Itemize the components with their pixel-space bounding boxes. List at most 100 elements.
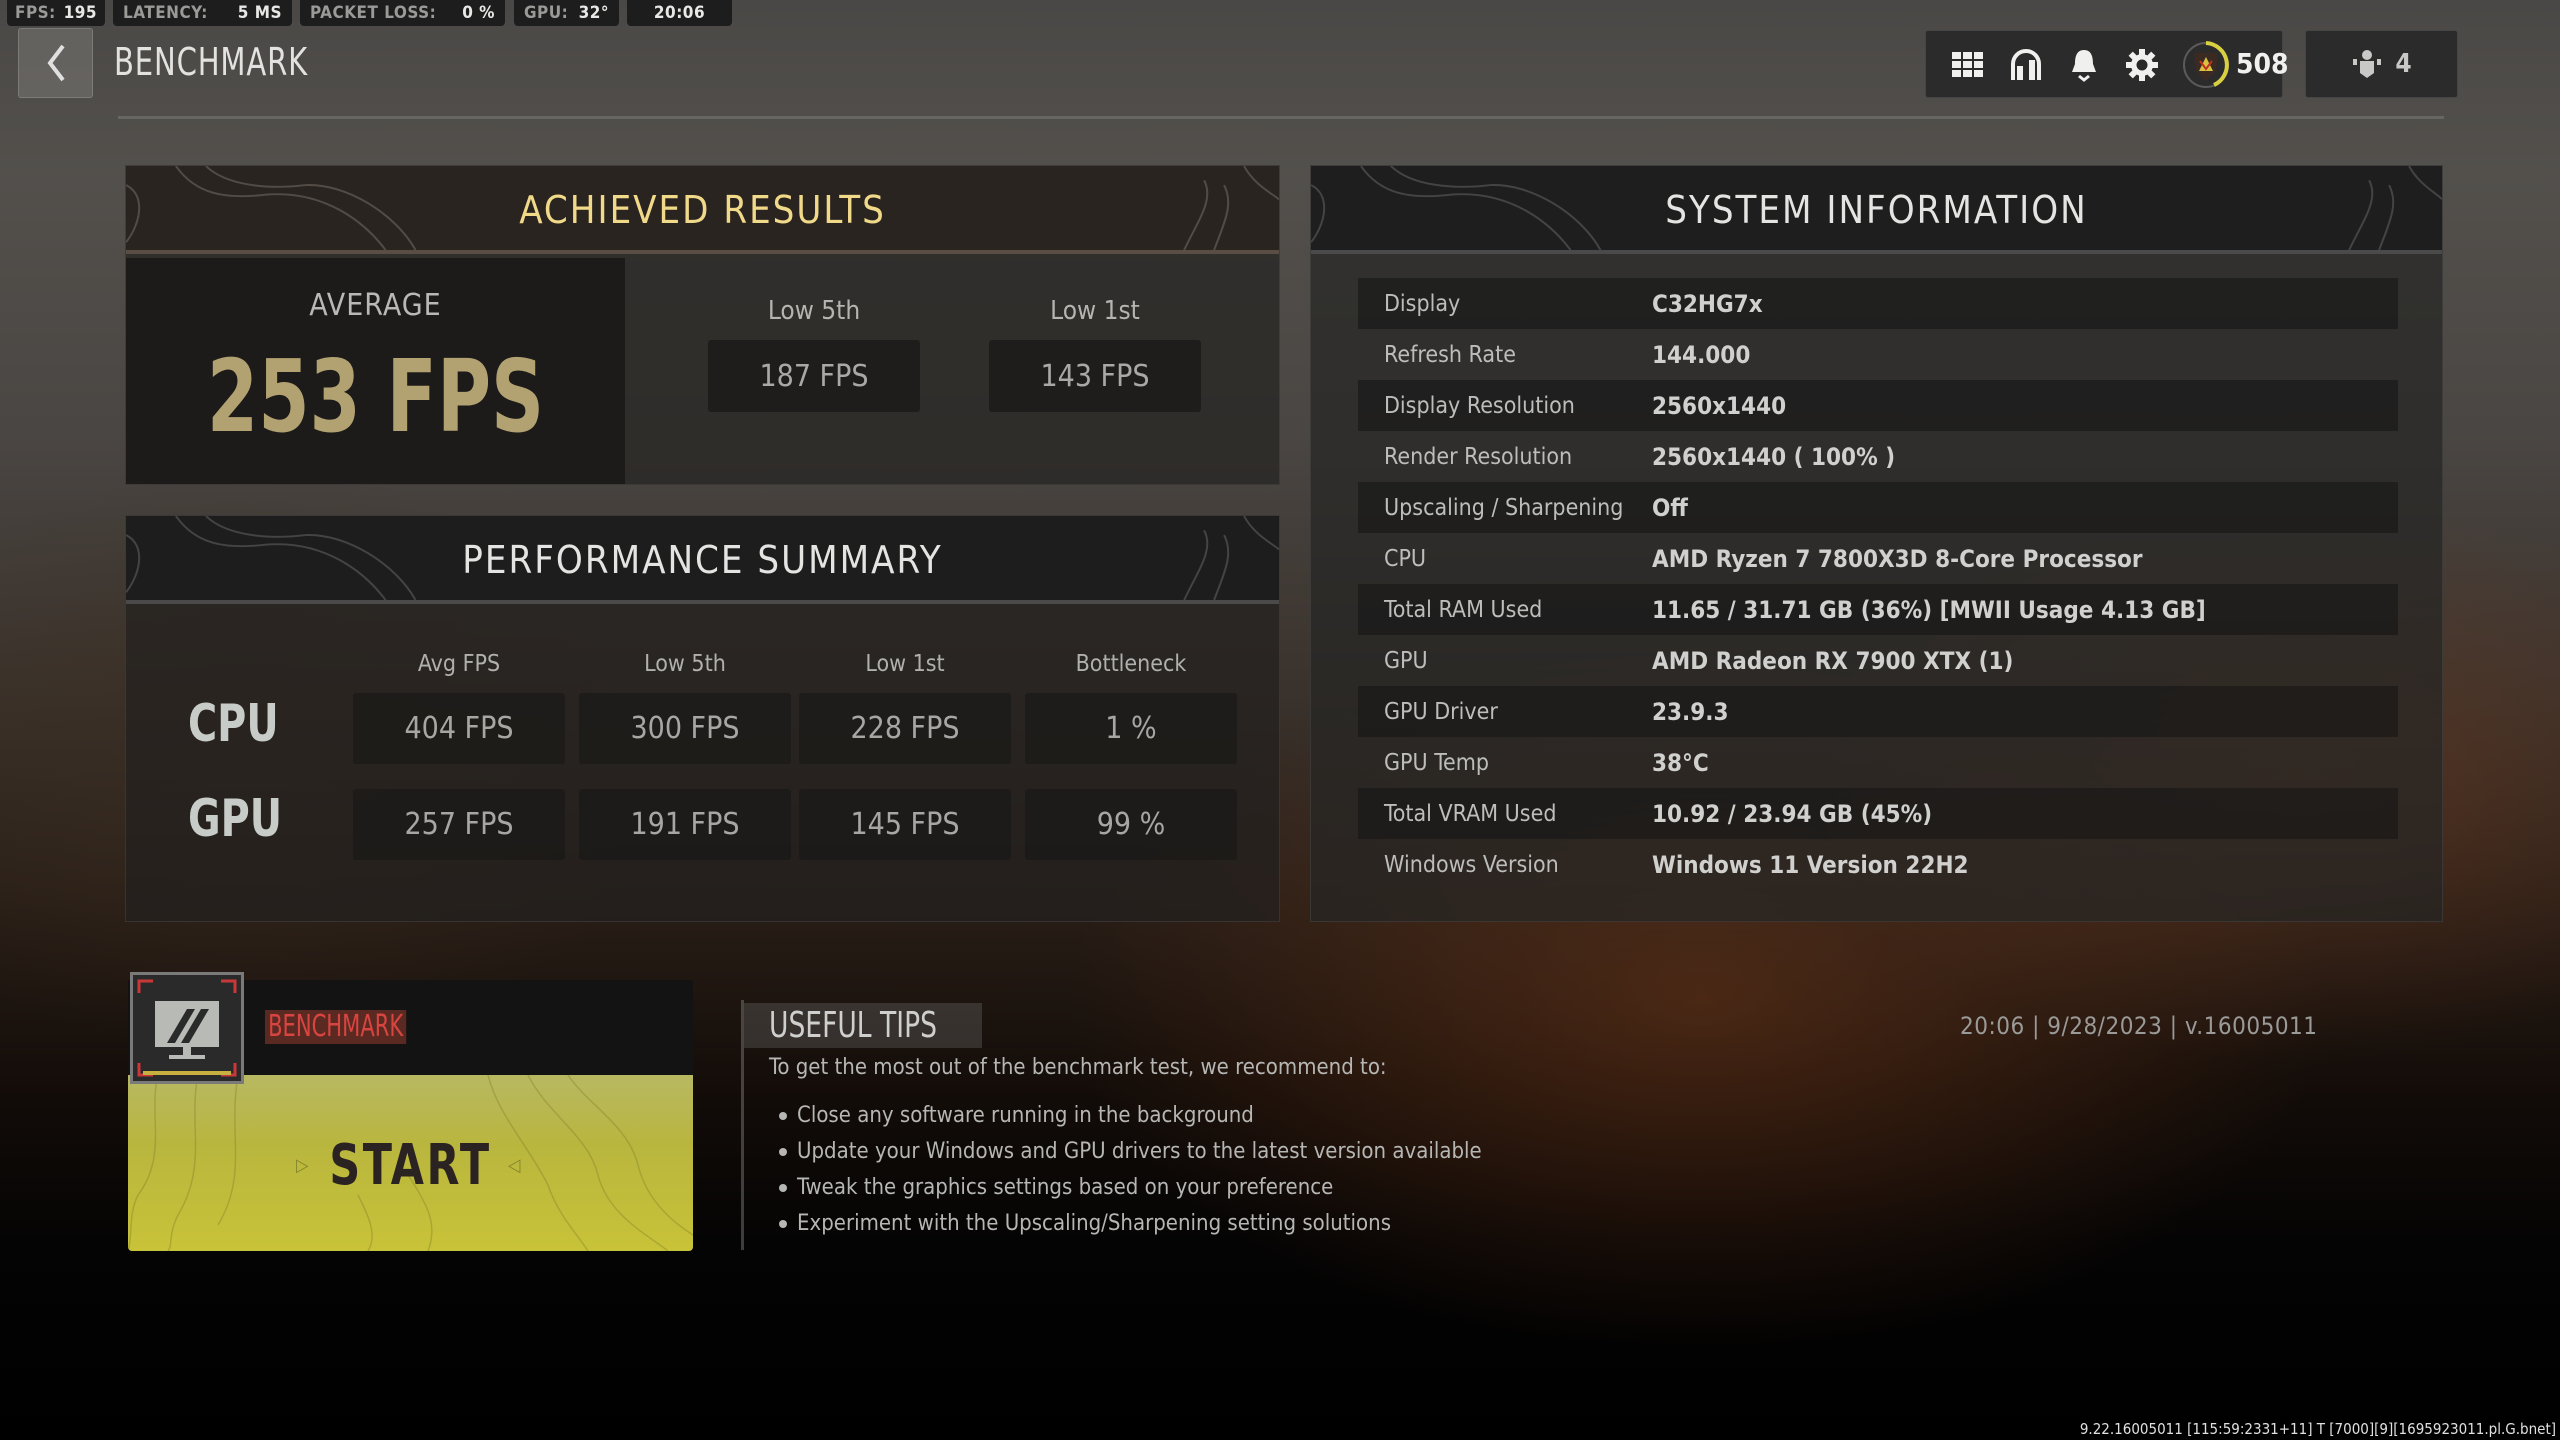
system-info-value: C32HG7x [1652,289,1763,318]
latency-label: LATENCY: [123,3,208,23]
system-info-key: GPU [1384,647,1428,674]
clock-stat: 20:06 [627,0,732,26]
system-info-value: 144.000 [1652,340,1751,369]
system-info-key: Windows Version [1384,851,1559,878]
col-header-avg-fps: Avg FPS [417,651,501,677]
gpu-temp-label: GPU: [524,3,569,23]
tips-title: USEFUL TIPS [769,1005,937,1046]
system-info-key: Total VRAM Used [1384,800,1557,827]
gpu-temp-value: 32° [578,3,609,23]
system-info-key: GPU Temp [1384,749,1489,776]
tip-text: Tweak the graphics settings based on you… [797,1175,1334,1200]
system-info-row: GPU AMD Radeon RX 7900 XTX (1) [1358,635,2398,686]
tip-item: Close any software running in the backgr… [779,1103,1254,1128]
system-information-title: SYSTEM INFORMATION [1665,188,2088,232]
average-fps-block: AVERAGE 253 FPS [126,258,625,484]
grid-menu-button[interactable] [1950,48,1986,82]
system-info-value: 38°C [1652,748,1709,777]
system-info-value: Off [1652,493,1688,522]
gpu-low5: 191 FPS [579,789,791,860]
bullet-icon [779,1219,787,1228]
system-info-row: Render Resolution 2560x1440 ( 100% ) [1358,431,2398,482]
system-info-row: Refresh Rate 144.000 [1358,329,2398,380]
performance-summary-header: PERFORMANCE SUMMARY [126,516,1279,604]
gear-icon [2126,49,2158,81]
system-info-key: GPU Driver [1384,698,1498,725]
cpu-avg-fps: 404 FPS [353,693,565,764]
achieved-results-title: ACHIEVED RESULTS [519,188,886,232]
headset-icon [2011,49,2041,80]
cpu-low1: 228 FPS [799,693,1011,764]
low5-value: 187 FPS [708,340,920,412]
rank-value: 508 [2236,47,2289,80]
party-members-icon [2353,50,2382,78]
latency-stat: LATENCY: 5 MS [113,0,292,26]
fps-label: FPS: [15,3,56,23]
benchmark-mode-tag: BENCHMARK [265,1010,407,1044]
clock-value: 20:06 [653,3,706,23]
system-info-value: 2560x1440 ( 100% ) [1652,442,1896,471]
system-info-value: Windows 11 Version 22H2 [1652,850,1969,879]
performance-summary-panel: PERFORMANCE SUMMARY Avg FPS Low 5th Low … [125,515,1280,922]
party-count: 4 [2395,49,2412,79]
back-button[interactable] [18,28,93,98]
system-info-key: Total RAM Used [1384,596,1543,623]
rank-emblem-icon [2183,41,2229,88]
system-info-row: CPU AMD Ryzen 7 7800X3D 8-Core Processor [1358,533,2398,584]
low1-label: Low 1st [1050,296,1140,326]
rank-button[interactable] [2178,37,2234,93]
low5-block: Low 5th 187 FPS [708,296,920,412]
system-info-key: Display Resolution [1384,392,1575,419]
tip-item: Experiment with the Upscaling/Sharpening… [779,1211,1391,1236]
achieved-results-header: ACHIEVED RESULTS [126,166,1279,254]
bullet-icon [779,1183,787,1192]
fps-value: 195 [63,3,97,23]
bullet-icon [779,1147,787,1156]
row-label-gpu: GPU [188,789,283,849]
system-info-key: CPU [1384,545,1427,572]
low1-value: 143 FPS [989,340,1201,412]
system-info-row: Windows Version Windows 11 Version 22H2 [1358,839,2398,890]
notifications-button[interactable] [2066,48,2102,82]
system-info-row: Total RAM Used 11.65 / 31.71 GB (36%) [MW… [1358,584,2398,635]
system-info-key: Refresh Rate [1384,341,1516,368]
tip-item: Tweak the graphics settings based on you… [779,1175,1333,1200]
build-info: 9.22.16005011 [115:59:2331+11] T [7000][… [2079,1420,2556,1438]
header-divider [118,116,2444,119]
packet-loss-stat: PACKET LOSS: 0 % [300,0,505,26]
start-button[interactable]: ▷ ◁ START [128,1075,693,1251]
system-info-row: Display C32HG7x [1358,278,2398,329]
tip-text: Update your Windows and GPU drivers to t… [797,1139,1482,1164]
gpu-bottleneck: 99 % [1025,789,1237,860]
system-info-row: Display Resolution 2560x1440 [1358,380,2398,431]
party-button[interactable]: 4 [2305,30,2458,98]
system-info-row: Total VRAM Used 10.92 / 23.94 GB (45%) [1358,788,2398,839]
header-icon-bar: 508 [1925,30,2289,98]
grid-menu-icon [1952,52,1983,77]
row-label-cpu: CPU [188,694,279,754]
tip-text: Experiment with the Upscaling/Sharpening… [797,1211,1392,1236]
system-info-row: GPU Temp 38°C [1358,737,2398,788]
bullet-icon [779,1111,787,1120]
gpu-avg-fps: 257 FPS [353,789,565,860]
tip-text: Close any software running in the backgr… [797,1103,1254,1128]
system-info-key: Render Resolution [1384,443,1573,470]
tips-intro: To get the most out of the benchmark tes… [769,1055,1387,1080]
gpu-low1: 145 FPS [799,789,1011,860]
performance-summary-title: PERFORMANCE SUMMARY [462,538,943,582]
latency-value: 5 MS [237,3,282,23]
low5-label: Low 5th [767,296,861,326]
col-header-low5: Low 5th [644,651,726,677]
headset-button[interactable] [2008,48,2044,82]
packet-loss-value: 0 % [462,3,495,23]
settings-button[interactable] [2124,48,2160,82]
average-label: AVERAGE [309,288,442,323]
packet-loss-label: PACKET LOSS: [310,3,437,23]
low1-block: Low 1st 143 FPS [989,296,1201,412]
system-information-panel: SYSTEM INFORMATION Display C32HG7x Refresh… [1310,165,2443,922]
system-info-value: AMD Radeon RX 7900 XTX (1) [1652,646,2014,675]
gpu-temp-stat: GPU: 32° [514,0,619,26]
chevron-left-icon [46,44,65,82]
system-info-row: Upscaling / Sharpening Off [1358,482,2398,533]
average-fps-value: 253 FPS [206,338,545,455]
